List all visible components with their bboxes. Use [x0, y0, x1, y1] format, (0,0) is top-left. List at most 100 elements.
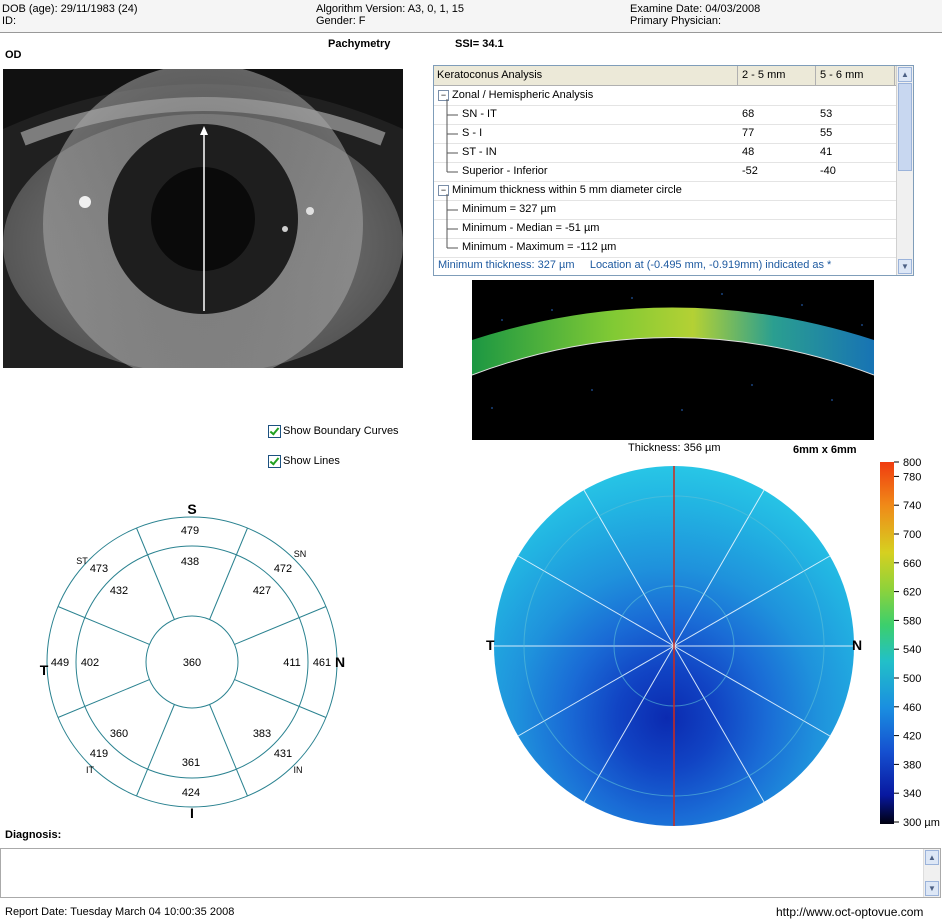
dir-sn: SN: [294, 549, 307, 559]
min-thickness-group-row[interactable]: − Minimum thickness within 5 mm diameter…: [434, 181, 896, 201]
scale-tick-label: 780: [903, 471, 921, 483]
scroll-up-icon[interactable]: ▲: [925, 850, 939, 865]
min-row: Minimum - Maximum = -112 µm: [434, 238, 896, 258]
checkbox-checked-icon[interactable]: [268, 425, 281, 438]
row-value-2-5: 77: [742, 127, 755, 139]
sector-chart: 360 438 427 411 383 361 360 402 432 479 …: [40, 501, 345, 821]
scroll-down-icon[interactable]: ▼: [898, 259, 912, 274]
dob-text: DOB (age): 29/11/1983 (24): [2, 3, 138, 15]
row-label: Minimum - Median = -51 µm: [462, 222, 600, 234]
examine-date-text: Examine Date: 04/03/2008: [630, 3, 761, 15]
dir-s: S: [187, 501, 196, 517]
row-value-2-5: 48: [742, 146, 755, 158]
scale-tick-label: 620: [903, 587, 921, 599]
diagnosis-textarea[interactable]: ▲ ▼: [0, 848, 941, 898]
sector-outer-t: 449: [51, 657, 69, 669]
min-location-text: Minimum thickness: 327 µm Location at (-…: [438, 259, 832, 271]
map-t-label: T: [486, 637, 495, 653]
min-group-label: Minimum thickness within 5 mm diameter c…: [452, 184, 682, 196]
sector-inner-t: 402: [81, 657, 99, 669]
sector-inner-s: 438: [181, 556, 199, 568]
sector-outer-sn: 472: [274, 563, 292, 575]
dir-t: T: [40, 662, 49, 678]
physician-text: Primary Physician:: [630, 15, 722, 27]
row-label: Minimum = 327 µm: [462, 203, 557, 215]
oct-image: [472, 280, 874, 440]
checkbox-checked-icon[interactable]: [268, 455, 281, 468]
map-n-label: N: [852, 637, 862, 653]
dir-it: IT: [86, 765, 95, 775]
scale-tick-label: 380: [903, 759, 921, 771]
kera-header-row: Keratoconus Analysis 2 - 5 mm 5 - 6 mm: [434, 66, 896, 86]
scale-tick-label: 800: [903, 457, 921, 469]
panel-scrollbar[interactable]: ▲ ▼: [896, 66, 913, 275]
kera-row: Superior - Inferior -52 -40: [434, 162, 896, 182]
row-label: Superior - Inferior: [462, 165, 548, 177]
color-scale: 800 780 740 700 660 620 580 540 500 460 420 380 340 3…: [880, 457, 940, 828]
zonal-group-row[interactable]: − Zonal / Hemispheric Analysis: [434, 86, 896, 106]
checkbox-label: Show Lines: [283, 455, 340, 467]
sector-inner-sn: 427: [253, 585, 271, 597]
sector-inner-st: 432: [110, 585, 128, 597]
eye-image: [3, 69, 403, 368]
show-boundary-curves-checkbox[interactable]: Show Boundary Curves: [268, 424, 408, 440]
dir-in: IN: [294, 765, 303, 775]
eye-label: OD: [5, 49, 22, 61]
kera-row: SN - IT 68 53: [434, 105, 896, 125]
min-row: Minimum - Median = -51 µm: [434, 219, 896, 239]
thickness-label: Thickness: 356 µm: [628, 442, 721, 454]
kera-row: ST - IN 48 41: [434, 143, 896, 163]
row-value-5-6: -40: [820, 165, 836, 177]
id-text: ID:: [2, 15, 17, 27]
sector-center: 360: [183, 657, 201, 669]
show-lines-checkbox[interactable]: Show Lines: [268, 454, 408, 470]
tree-lines: [446, 99, 458, 249]
website-link[interactable]: http://www.oct-optovue.com: [776, 905, 923, 919]
scale-tick-label: 740: [903, 500, 921, 512]
sector-inner-in: 383: [253, 728, 271, 740]
row-value-2-5: -52: [742, 165, 758, 177]
scale-tick-label: 700: [903, 529, 921, 541]
scale-tick-label: 340: [903, 788, 921, 800]
scale-tick-label: 500: [903, 673, 921, 685]
scan-size-label: 6mm x 6mm: [793, 444, 857, 456]
dir-st: ST: [76, 556, 88, 566]
scale-tick-label: 580: [903, 615, 921, 627]
sector-outer-it: 419: [90, 748, 108, 760]
scroll-down-icon[interactable]: ▼: [925, 881, 939, 896]
ssi-value: SSI= 34.1: [455, 38, 504, 50]
scroll-thumb[interactable]: [898, 83, 912, 171]
dir-i: I: [190, 805, 194, 821]
report-header: DOB (age): 29/11/1983 (24) ID: Algorithm…: [0, 0, 942, 33]
page-title: Pachymetry: [328, 38, 391, 50]
oct-cross-section: [472, 280, 874, 440]
scale-tick-label: 540: [903, 644, 921, 656]
algorithm-text: Algorithm Version: A3, 0, 1, 15: [316, 3, 464, 15]
kera-col-2-5: 2 - 5 mm: [742, 69, 786, 81]
scroll-up-icon[interactable]: ▲: [898, 67, 912, 82]
eye-photo: [3, 69, 403, 368]
keratoconus-panel[interactable]: Keratoconus Analysis 2 - 5 mm 5 - 6 mm −…: [433, 65, 914, 276]
row-value-5-6: 55: [820, 127, 833, 139]
scale-tick-label: 460: [903, 702, 921, 714]
sector-outer-s: 479: [181, 525, 199, 537]
thickness-map: T N: [486, 466, 862, 826]
sector-outer-i: 424: [182, 787, 200, 799]
scale-tick-label: 300 µm: [903, 817, 940, 828]
sector-outer-st: 473: [90, 563, 108, 575]
min-row: Minimum = 327 µm: [434, 200, 896, 220]
kera-row: S - I 77 55: [434, 124, 896, 144]
row-label: Minimum - Maximum = -112 µm: [462, 241, 617, 253]
row-value-5-6: 53: [820, 108, 833, 120]
scale-tick-label: 660: [903, 558, 921, 570]
row-value-5-6: 41: [820, 146, 833, 158]
gender-text: Gender: F: [316, 15, 366, 27]
sector-outer-in: 431: [274, 748, 292, 760]
diagnosis-scrollbar[interactable]: ▲ ▼: [923, 849, 940, 897]
sector-inner-n: 411: [283, 657, 301, 669]
scale-tick-label: 420: [903, 731, 921, 743]
checkbox-label: Show Boundary Curves: [283, 425, 399, 437]
sector-inner-it: 360: [110, 728, 128, 740]
kera-col-5-6: 5 - 6 mm: [820, 69, 864, 81]
diagnosis-label: Diagnosis:: [5, 829, 62, 841]
